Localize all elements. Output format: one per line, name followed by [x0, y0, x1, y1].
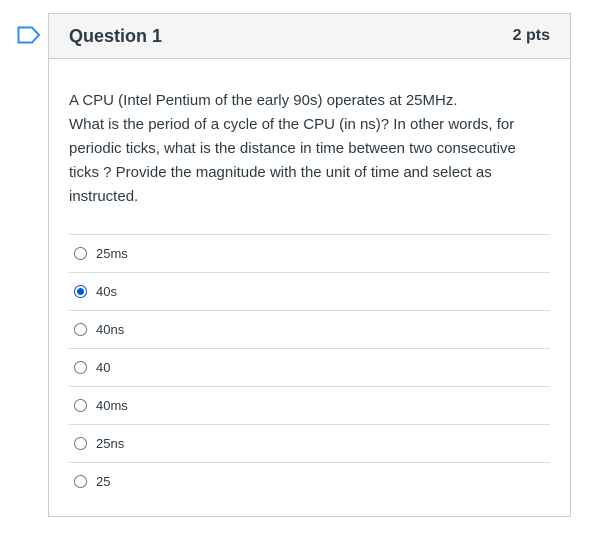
- answer-option[interactable]: 25: [69, 462, 550, 500]
- answer-label: 40ns: [96, 322, 125, 337]
- question-card: Question 1 2 pts A CPU (Intel Pentium of…: [48, 13, 571, 517]
- radio-button[interactable]: [74, 399, 87, 412]
- answer-label: 25ns: [96, 436, 125, 451]
- answer-option[interactable]: 25ms: [69, 234, 550, 272]
- radio-button[interactable]: [74, 437, 87, 450]
- question-header: Question 1 2 pts: [49, 14, 570, 59]
- question-text-line: instructed.: [69, 188, 139, 205]
- answer-label: 40s: [96, 284, 117, 299]
- question-text-line: A CPU (Intel Pentium of the early 90s) o…: [69, 92, 458, 109]
- answer-option[interactable]: 40ns: [69, 310, 550, 348]
- question-title: Question 1: [69, 25, 163, 46]
- answer-label: 40: [96, 360, 111, 375]
- radio-button[interactable]: [74, 323, 87, 336]
- radio-button[interactable]: [74, 361, 87, 374]
- question-points: 2 pts: [512, 27, 550, 44]
- answer-label: 40ms: [96, 398, 128, 413]
- answer-label: 25ms: [96, 246, 128, 261]
- question-text: A CPU (Intel Pentium of the early 90s) o…: [69, 89, 550, 209]
- answer-option[interactable]: 25ns: [69, 424, 550, 462]
- answer-option[interactable]: 40: [69, 348, 550, 386]
- answer-option[interactable]: 40ms: [69, 386, 550, 424]
- answer-label: 25: [96, 474, 111, 489]
- bookmark-flag-icon[interactable]: [17, 26, 41, 44]
- question-body: A CPU (Intel Pentium of the early 90s) o…: [49, 59, 570, 500]
- radio-button[interactable]: [74, 247, 87, 260]
- radio-button[interactable]: [74, 475, 87, 488]
- question-text-line: What is the period of a cycle of the CPU…: [69, 116, 515, 133]
- answer-list: 25ms 40s 40ns 40 40ms 25ns 25: [69, 234, 550, 500]
- radio-button[interactable]: [74, 285, 87, 298]
- question-text-line: periodic ticks, what is the distance in …: [69, 140, 516, 157]
- question-text-line: ticks ? Provide the magnitude with the u…: [69, 164, 492, 181]
- answer-option[interactable]: 40s: [69, 272, 550, 310]
